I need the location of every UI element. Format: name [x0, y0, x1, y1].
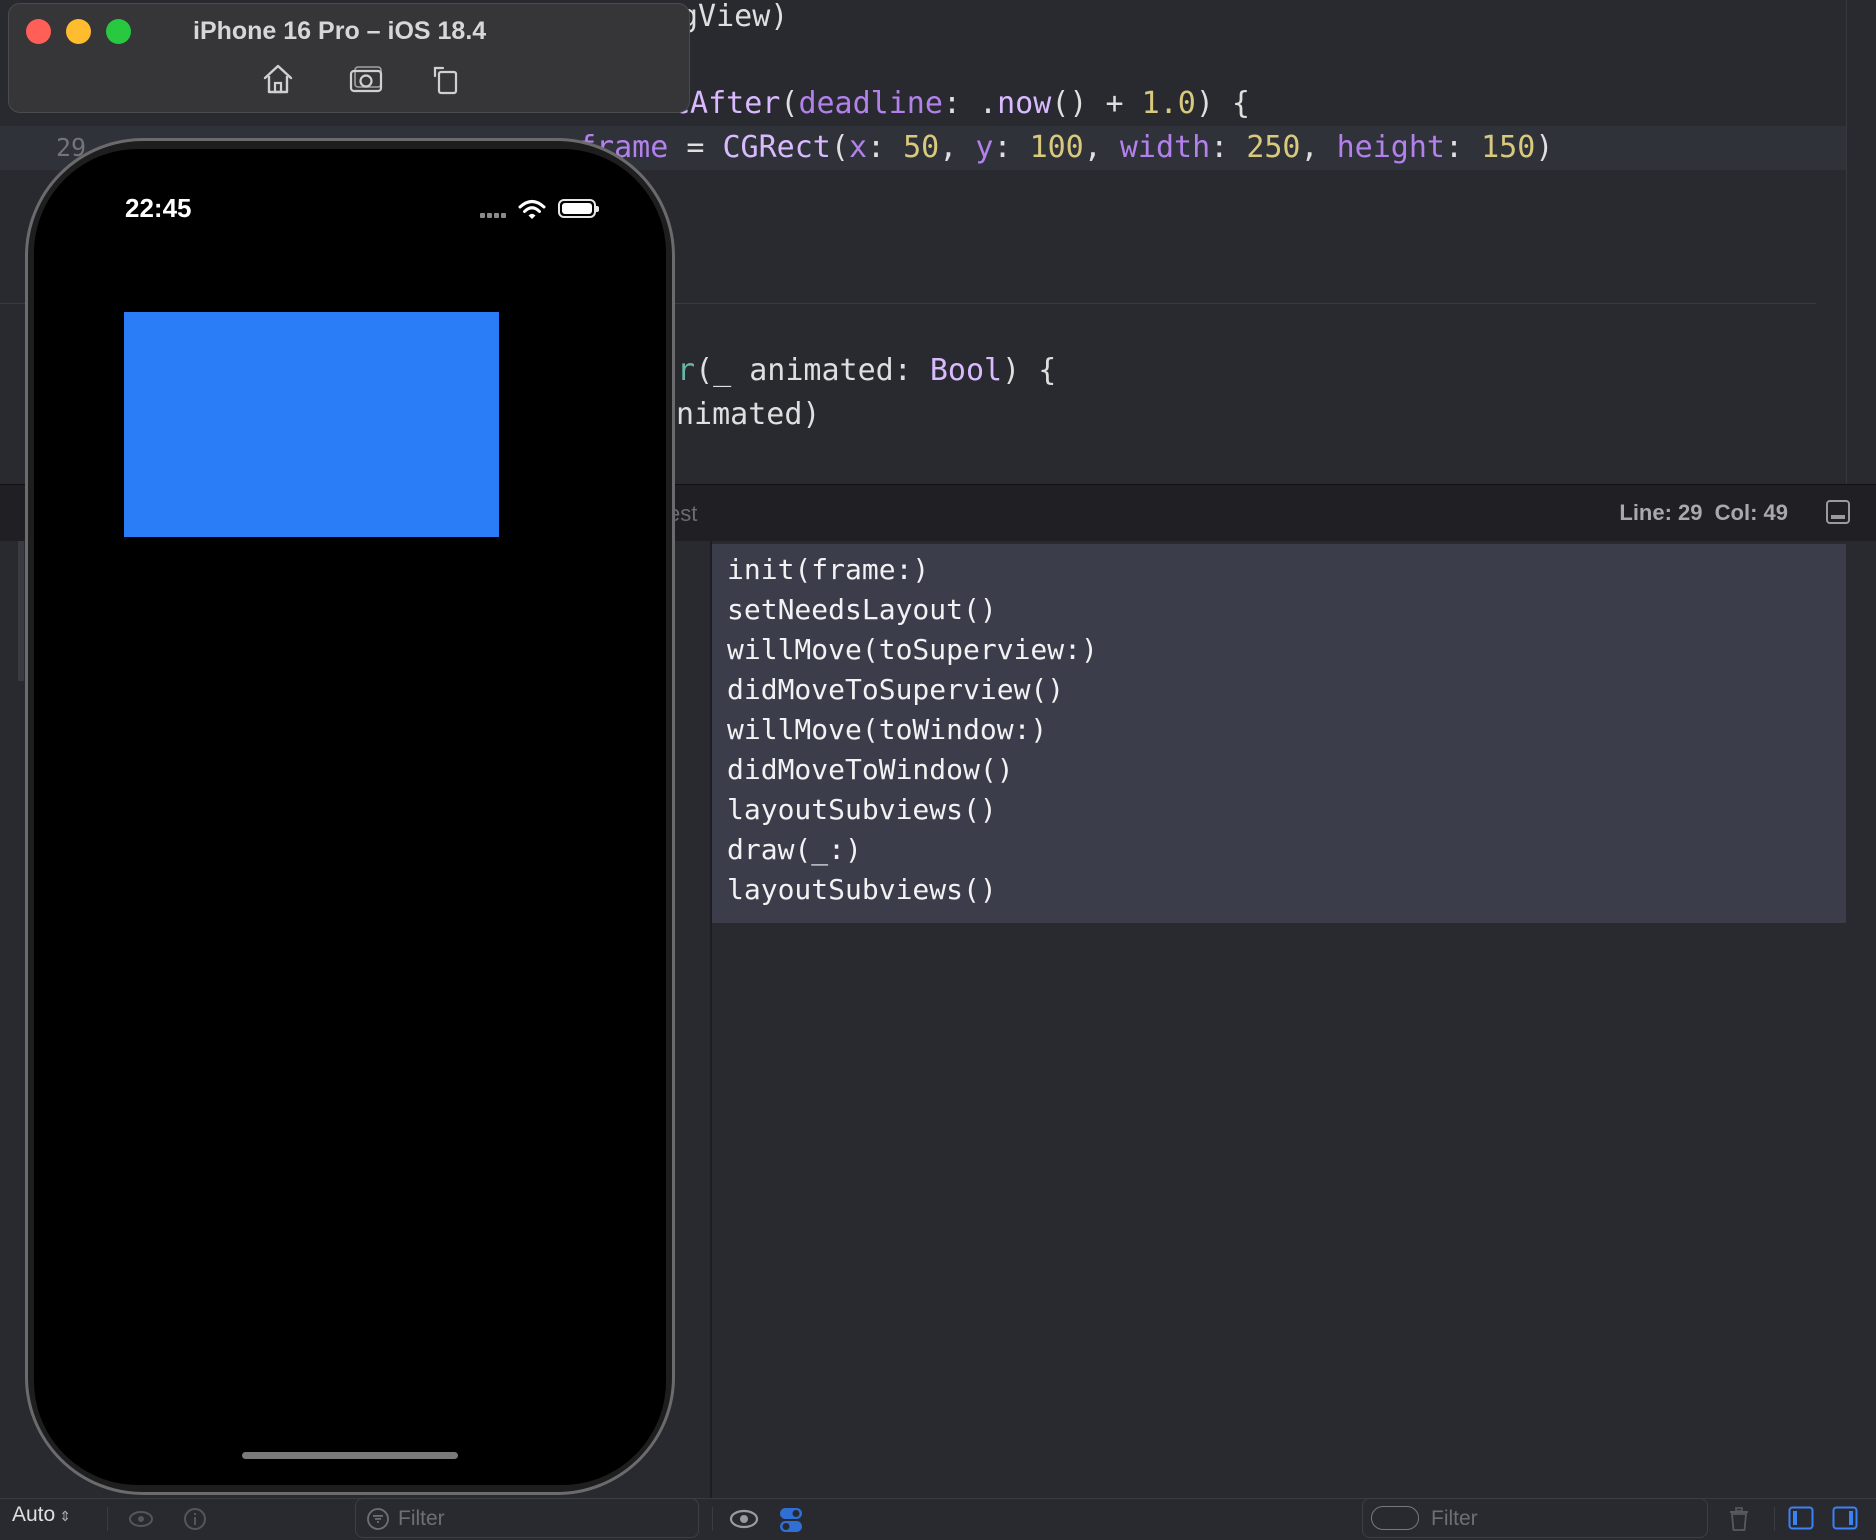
console-log-line: didMoveToWindow() — [727, 753, 1014, 786]
minimize-window-button[interactable] — [66, 19, 91, 44]
filter-icon — [367, 1508, 389, 1530]
blue-custom-view[interactable] — [124, 312, 499, 537]
debug-bottom-bar: Auto ⇕ Filter Filter — [0, 1498, 1876, 1539]
quick-look-eye-icon[interactable] — [729, 1506, 759, 1532]
code-text: frame = CGRect(x: 50, y: 100, width: 250… — [578, 126, 1553, 170]
home-icon[interactable] — [260, 62, 296, 96]
separator — [712, 1507, 713, 1531]
code-token: Bool — [929, 353, 1003, 388]
show-variables-view-icon[interactable] — [1788, 1506, 1814, 1532]
code-token: animated — [749, 353, 894, 388]
variables-filter-field[interactable]: Filter — [355, 1498, 699, 1538]
home-indicator[interactable] — [242, 1452, 458, 1459]
separator — [1774, 1507, 1775, 1531]
console-log-line: willMove(toSuperview:) — [727, 633, 1098, 666]
code-token: = — [668, 130, 723, 165]
code-text: gView) — [680, 0, 788, 39]
code-token: 50 — [903, 130, 940, 165]
code-token: height — [1336, 130, 1445, 165]
show-console-icon[interactable] — [1832, 1506, 1858, 1532]
code-token: r — [677, 353, 696, 388]
console-output[interactable]: init(frame:) setNeedsLayout() willMove(toS… — [712, 544, 1846, 923]
code-token: x — [848, 130, 867, 165]
code-token: width — [1119, 130, 1211, 165]
editor-scrollbar[interactable] — [1846, 0, 1876, 484]
trash-icon[interactable] — [1726, 1506, 1752, 1532]
code-token: , — [1300, 130, 1337, 165]
code-token: , — [939, 130, 976, 165]
console-log-line: draw(_:) — [727, 833, 862, 866]
filter-placeholder: Filter — [398, 1507, 445, 1530]
chevron-updown-icon: ⇕ — [59, 1508, 71, 1524]
code-token: , — [1083, 130, 1120, 165]
device-screen[interactable]: 22:45 — [34, 149, 666, 1485]
code-token: 100 — [1029, 130, 1084, 165]
code-text: cAfter(deadline: .now() + 1.0) { — [672, 82, 1250, 126]
separator — [107, 1507, 108, 1531]
cursor-position: Line: 29 Col: 49 — [1613, 500, 1788, 526]
code-token: (_ — [695, 353, 750, 388]
wifi-icon — [518, 200, 546, 219]
scope-label: Auto — [12, 1503, 56, 1526]
rotate-icon[interactable] — [429, 62, 465, 96]
console-log-line: layoutSubviews() — [727, 793, 997, 826]
code-token: y — [975, 130, 994, 165]
code-token: 1.0 — [1141, 86, 1196, 121]
code-token: gView) — [680, 0, 789, 34]
toggle-options-icon[interactable] — [778, 1506, 804, 1532]
close-window-button[interactable] — [26, 19, 51, 44]
cursor-line: Line: 29 — [1619, 500, 1703, 525]
code-token: : — [867, 130, 904, 165]
code-token: : — [1445, 130, 1482, 165]
cellular-signal-icon — [480, 205, 508, 223]
code-token: () + — [1051, 86, 1142, 121]
code-token: ) { — [1002, 353, 1057, 388]
code-token: ) { — [1195, 86, 1250, 121]
code-token: ( — [780, 86, 799, 121]
filter-options-chip[interactable] — [1371, 1506, 1419, 1530]
console-log-line: didMoveToSuperview() — [727, 673, 1065, 706]
console-log-line: layoutSubviews() — [727, 873, 997, 906]
cursor-col: Col: 49 — [1714, 500, 1788, 525]
code-token: : — [993, 130, 1030, 165]
status-time: 22:45 — [125, 193, 192, 223]
code-token: ( — [830, 130, 849, 165]
code-text: r(_ animated: Bool) { — [677, 349, 1056, 393]
filter-placeholder: Filter — [1431, 1507, 1478, 1530]
code-token: deadline — [798, 86, 943, 121]
console-log-line: init(frame:) — [727, 553, 930, 586]
code-text: nimated) — [676, 393, 821, 437]
code-token: 250 — [1246, 130, 1301, 165]
simulator-window-titlebar[interactable]: iPhone 16 Pro – iOS 18.4 — [8, 3, 690, 113]
code-token: ) — [1535, 130, 1554, 165]
console-log-line: setNeedsLayout() — [727, 593, 997, 626]
code-token: 150 — [1481, 130, 1536, 165]
variables-scope-select[interactable]: Auto ⇕ — [12, 1503, 71, 1527]
console-log-line: willMove(toWindow:) — [727, 713, 1048, 746]
code-token: : — [893, 353, 930, 388]
code-token: : . — [942, 86, 998, 121]
battery-icon — [558, 199, 599, 218]
console-area[interactable]: init(frame:) setNeedsLayout() willMove(toS… — [712, 541, 1846, 1498]
info-icon[interactable] — [182, 1506, 208, 1532]
variables-scrollbar[interactable] — [18, 541, 24, 681]
code-token: nimated) — [676, 397, 821, 432]
screenshot-icon[interactable] — [348, 62, 384, 96]
code-token: now — [997, 86, 1052, 121]
console-scrollbar[interactable] — [1846, 541, 1876, 1498]
code-token: CGRect — [722, 130, 831, 165]
eye-icon[interactable] — [128, 1506, 154, 1532]
zoom-window-button[interactable] — [106, 19, 131, 44]
code-token: : — [1210, 130, 1247, 165]
console-filter-field[interactable]: Filter — [1362, 1498, 1708, 1538]
hide-debug-area-icon[interactable] — [1826, 500, 1850, 524]
simulator-title: iPhone 16 Pro – iOS 18.4 — [193, 17, 487, 45]
